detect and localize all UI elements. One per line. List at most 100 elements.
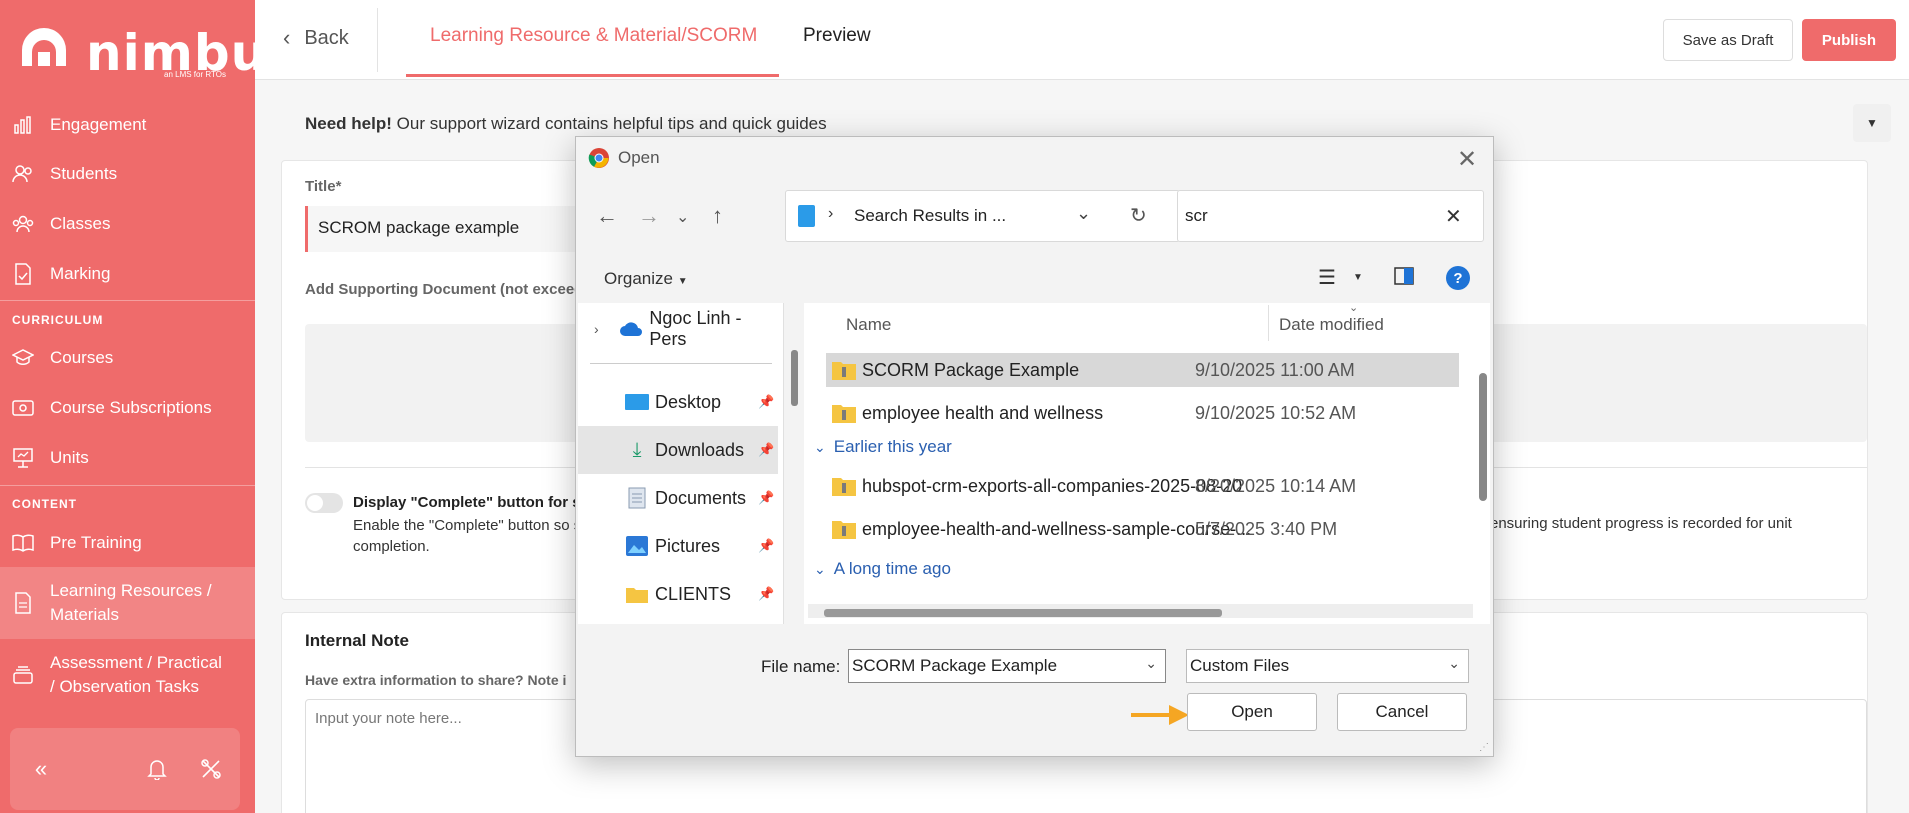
sidebar-footer: « xyxy=(10,728,240,810)
search-folder-icon xyxy=(798,205,815,227)
sidebar-item-label: Units xyxy=(50,448,89,467)
search-input[interactable]: scr xyxy=(1185,206,1208,226)
clear-search-icon[interactable]: ✕ xyxy=(1445,204,1462,229)
sidebar-item-marking[interactable]: Marking xyxy=(0,250,255,298)
help-dropdown-toggle[interactable]: ▼ xyxy=(1853,104,1891,142)
nav-pane-desktop[interactable]: Desktop 📌 xyxy=(578,378,778,426)
collapse-sidebar-icon[interactable]: « xyxy=(28,756,54,782)
bar-chart-icon xyxy=(12,114,34,136)
sidebar-item-learning-resources[interactable]: Learning Resources / Materials xyxy=(0,567,255,639)
internal-note-title: Internal Note xyxy=(305,631,409,650)
desktop-icon xyxy=(625,391,649,413)
tools-icon[interactable] xyxy=(198,756,224,782)
chevron-down-icon: ⌄ xyxy=(1448,655,1460,671)
nav-pane-pictures[interactable]: Pictures 📌 xyxy=(578,522,778,570)
chevron-left-icon: ‹ xyxy=(283,25,291,50)
nav-pane-label: Pictures xyxy=(655,535,721,556)
vertical-scrollbar-thumb[interactable] xyxy=(1479,373,1487,501)
sidebar-item-course-subscriptions[interactable]: Course Subscriptions xyxy=(0,384,255,432)
tab-preview[interactable]: Preview xyxy=(803,25,871,47)
caret-down-icon[interactable]: ▼ xyxy=(1353,272,1363,283)
cancel-button[interactable]: Cancel xyxy=(1337,693,1467,731)
arrow-left-icon[interactable]: ← xyxy=(596,203,618,229)
preview-pane-icon[interactable] xyxy=(1394,267,1414,291)
sidebar-item-label: Courses xyxy=(50,348,114,367)
money-icon xyxy=(12,397,34,419)
file-date: 5/7/2025 3:40 PM xyxy=(1195,518,1338,539)
sidebar-divider xyxy=(0,300,255,301)
navigation-pane-scrollbar[interactable] xyxy=(791,350,798,406)
zip-folder-icon xyxy=(832,362,856,380)
breadcrumb-chevron-icon: › xyxy=(828,205,834,222)
group-header-earlier-this-year[interactable]: ⌄ Earlier this year xyxy=(814,437,952,457)
nimbu-logo[interactable]: nimbu an LMS for RTOs xyxy=(14,14,266,84)
sidebar-item-engagement[interactable]: Engagement xyxy=(0,101,255,149)
file-name-input[interactable]: SCORM Package Example ⌄ xyxy=(848,649,1166,683)
graduation-cap-icon xyxy=(12,347,34,369)
arrow-up-icon[interactable]: ↑ xyxy=(712,203,723,229)
title-label: Title* xyxy=(305,178,342,195)
nav-pane-clients[interactable]: CLIENTS 📌 xyxy=(578,570,778,618)
column-header-name[interactable]: Name xyxy=(846,315,891,335)
close-icon[interactable]: ✕ xyxy=(1457,145,1477,174)
organize-label: Organize xyxy=(604,269,673,288)
sidebar-item-label: Classes xyxy=(50,214,111,233)
section-label-curriculum: CURRICULUM xyxy=(12,313,104,327)
pin-icon: 📌 xyxy=(758,490,775,505)
file-row[interactable]: employee health and wellness 9/10/2025 1… xyxy=(826,396,1459,430)
presentation-icon xyxy=(12,447,34,469)
topbar-divider xyxy=(377,8,378,72)
nav-pane-label: Desktop xyxy=(655,391,722,412)
group-label: Earlier this year xyxy=(833,437,952,456)
publish-button[interactable]: Publish xyxy=(1802,19,1896,61)
view-list-icon[interactable]: ☰ xyxy=(1318,265,1336,290)
book-icon xyxy=(12,532,34,554)
bell-icon[interactable] xyxy=(144,756,170,782)
back-button[interactable]: ‹ Back xyxy=(283,25,349,51)
logo-tagline: an LMS for RTOs xyxy=(164,70,226,79)
chevron-down-icon[interactable]: ⌄ xyxy=(676,207,689,227)
sidebar-item-label: Learning Resources / Materials xyxy=(50,581,212,624)
open-file-dialog: Open ✕ ← → ⌄ ↑ › Search Results in ... ⌄… xyxy=(575,136,1494,757)
complete-button-toggle[interactable] xyxy=(305,493,343,513)
file-list-pane: Name Date modified ⌄ SCORM Package Examp… xyxy=(804,302,1490,624)
sidebar-item-pre-training[interactable]: Pre Training xyxy=(0,519,255,567)
open-button[interactable]: Open xyxy=(1187,693,1317,731)
save-as-draft-button[interactable]: Save as Draft xyxy=(1663,19,1793,61)
tab-learning-resource[interactable]: Learning Resource & Material/SCORM xyxy=(430,25,757,47)
chevron-down-icon[interactable]: ⌄ xyxy=(1076,203,1091,224)
arrow-right-icon[interactable]: → xyxy=(638,203,660,229)
search-box[interactable]: scr ✕ xyxy=(1177,190,1484,242)
group-header-long-time-ago[interactable]: ⌄ A long time ago xyxy=(814,559,951,579)
nav-pane-downloads[interactable]: ⤓ Downloads 📌 xyxy=(578,426,778,474)
file-row[interactable]: employee-health-and-wellness-sample-cour… xyxy=(826,512,1459,546)
sidebar-item-classes[interactable]: Classes xyxy=(0,200,255,248)
file-row[interactable]: SCORM Package Example 9/10/2025 11:00 AM xyxy=(826,353,1459,387)
sidebar-item-assessment-tasks[interactable]: Assessment / Practical / Observation Tas… xyxy=(0,639,255,711)
nav-pane-onedrive[interactable]: › Ngoc Linh - Pers xyxy=(578,305,778,353)
sidebar-item-units[interactable]: Units xyxy=(0,434,255,482)
horizontal-scrollbar-thumb[interactable] xyxy=(824,609,1222,617)
resize-grip-icon[interactable]: ⋰ xyxy=(1479,742,1489,753)
documents-icon xyxy=(625,487,649,509)
refresh-icon[interactable]: ↻ xyxy=(1130,203,1147,228)
sidebar-item-courses[interactable]: Courses xyxy=(0,334,255,382)
file-row[interactable]: hubspot-crm-exports-all-companies-2025-0… xyxy=(826,469,1459,503)
pin-icon: 📌 xyxy=(758,442,775,457)
sidebar-item-students[interactable]: Students xyxy=(0,150,255,198)
document-icon xyxy=(12,592,34,614)
chevron-down-icon: ⌄ xyxy=(814,560,826,577)
column-header-date-modified[interactable]: Date modified xyxy=(1279,315,1384,335)
pin-icon: 📌 xyxy=(758,394,775,409)
nav-pane-documents[interactable]: Documents 📌 xyxy=(578,474,778,522)
address-bar[interactable]: › Search Results in ... ⌄ ↻ xyxy=(785,190,1180,242)
nav-pane-label: Documents xyxy=(655,487,747,508)
file-date: 9/10/2025 11:00 AM xyxy=(1195,359,1355,380)
chevron-right-icon: › xyxy=(594,321,599,337)
file-type-select[interactable]: Custom Files ⌄ xyxy=(1186,649,1469,683)
horizontal-scrollbar[interactable] xyxy=(808,604,1473,618)
folder-icon xyxy=(625,583,649,605)
chevron-down-icon[interactable]: ⌄ xyxy=(1145,655,1157,672)
help-icon[interactable]: ? xyxy=(1446,266,1470,290)
organize-menu[interactable]: Organize ▼ xyxy=(604,269,688,289)
